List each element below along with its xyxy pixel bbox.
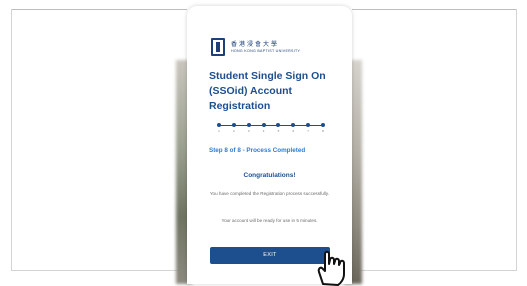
step-heading: Step 8 of 8 - Process Completed [209,147,306,154]
divider-line [11,9,12,271]
step-number: 5 [277,129,280,133]
step-number: 7 [307,129,309,133]
exit-button[interactable]: EXIT [210,247,330,264]
progress-stepper: 1 2 3 4 5 6 7 8 [217,123,325,133]
slide-frame: 香港浸會大學 HONG KONG BAPTIST UNIVERSITY Stud… [0,0,527,286]
university-logo: 香港浸會大學 HONG KONG BAPTIST UNIVERSITY [211,38,300,56]
logo-text: 香港浸會大學 HONG KONG BAPTIST UNIVERSITY [231,41,300,54]
step-dot [246,123,251,127]
step-dot [306,123,311,127]
step-dot [321,123,325,127]
step-number: 6 [292,129,295,133]
step-dot [291,123,296,127]
logo-chinese-name: 香港浸會大學 [231,40,280,48]
mobile-screen: 香港浸會大學 HONG KONG BAPTIST UNIVERSITY Stud… [187,6,352,284]
divider-line [352,9,517,10]
step-number: 1 [218,129,220,133]
step-number: 3 [247,129,250,133]
congratulations-heading: Congratulations! [243,172,296,179]
hand-pointer-icon [317,250,345,286]
divider-line [11,9,187,10]
university-logo-icon [211,38,225,56]
step-number: 8 [322,129,324,133]
page-title: Student Single Sign On (SSOid) Account R… [209,70,326,112]
step-dot [231,123,236,127]
step-number: 2 [233,129,235,133]
step-number: 4 [262,129,265,133]
logo-english-name: HONG KONG BAPTIST UNIVERSITY [231,48,301,53]
account-ready-message: Your account will be ready for use in 5 … [221,218,318,223]
step-dot [276,123,281,127]
completion-message: You have completed the Registration proc… [209,191,330,196]
step-dot [261,123,266,127]
divider-line [516,9,517,271]
step-dot [217,123,221,127]
